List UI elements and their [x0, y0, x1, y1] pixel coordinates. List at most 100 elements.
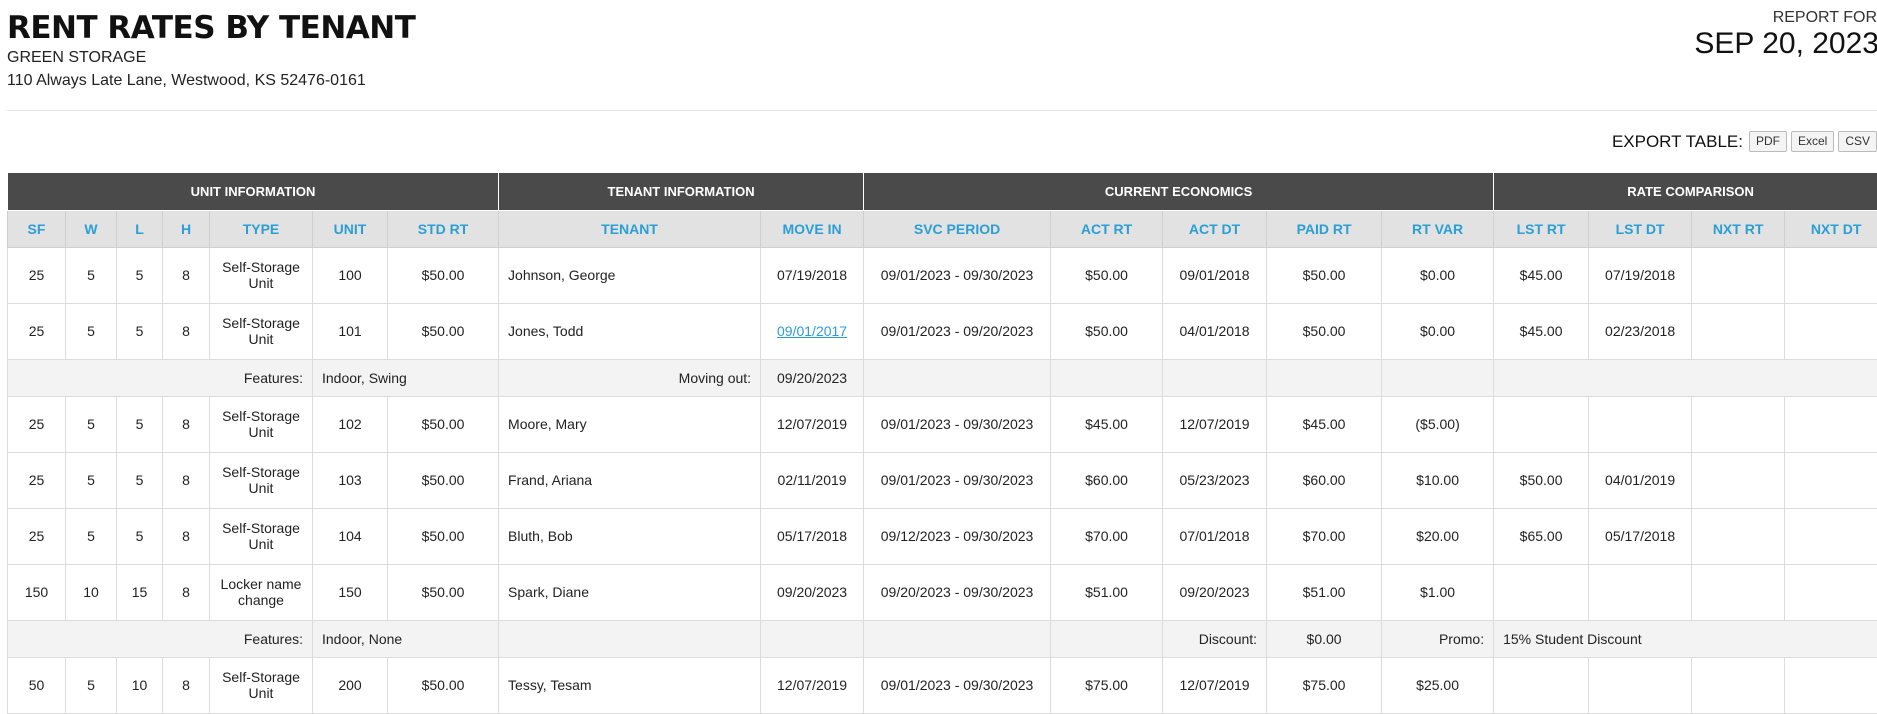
empty-cell: [864, 620, 1051, 657]
discount-label: Discount:: [1163, 620, 1267, 657]
cell-type-link[interactable]: Self-Storage Unit: [210, 396, 313, 452]
cell-type-link[interactable]: Self-Storage Unit: [210, 657, 313, 713]
cell-std-rt: $50.00: [388, 303, 499, 359]
cell-tenant: Johnson, George: [499, 247, 761, 303]
col-nxt-rt[interactable]: NXT RT: [1692, 210, 1785, 247]
cell-nxt-dt: [1785, 508, 1877, 564]
cell-lst-rt: [1494, 564, 1589, 620]
export-toolbar: EXPORT TABLE: PDF Excel CSV: [1612, 131, 1877, 152]
export-pdf-button[interactable]: PDF: [1749, 131, 1787, 152]
cell-h: 8: [163, 247, 210, 303]
table-row: 50 5 10 8 Self-Storage Unit 200 $50.00 T…: [8, 657, 1877, 713]
cell-sf: 150: [8, 564, 66, 620]
company-address: 110 Always Late Lane, Westwood, KS 52476…: [7, 72, 366, 90]
col-w[interactable]: W: [66, 210, 117, 247]
cell-l: 10: [117, 657, 163, 713]
cell-h: 8: [163, 564, 210, 620]
table-row: 25 5 5 8 Self-Storage Unit 104 $50.00 Bl…: [8, 508, 1877, 564]
cell-nxt-rt: [1692, 303, 1785, 359]
col-lst-rt[interactable]: LST RT: [1494, 210, 1589, 247]
cell-l: 5: [117, 396, 163, 452]
cell-svc-period: 09/01/2023 - 09/20/2023: [864, 303, 1051, 359]
col-h[interactable]: H: [163, 210, 210, 247]
features-label: Features:: [8, 620, 313, 657]
cell-act-dt: 05/23/2023: [1163, 452, 1267, 508]
export-csv-button[interactable]: CSV: [1838, 131, 1877, 152]
cell-act-dt: 04/01/2018: [1163, 303, 1267, 359]
cell-h: 8: [163, 396, 210, 452]
cell-w: 5: [66, 303, 117, 359]
group-unit-information: UNIT INFORMATION: [8, 173, 499, 210]
cell-std-rt: $50.00: [388, 396, 499, 452]
cell-nxt-rt: [1692, 657, 1785, 713]
cell-svc-period: 09/12/2023 - 09/30/2023: [864, 508, 1051, 564]
cell-nxt-rt: [1692, 452, 1785, 508]
cell-w: 5: [66, 508, 117, 564]
col-paid-rt[interactable]: PAID RT: [1267, 210, 1382, 247]
promo-label: Promo:: [1382, 620, 1494, 657]
table-row: 25 5 5 8 Self-Storage Unit 102 $50.00 Mo…: [8, 396, 1877, 452]
group-rate-comparison: RATE COMPARISON: [1494, 173, 1877, 210]
cell-sf: 50: [8, 657, 66, 713]
empty-cell: [1382, 359, 1494, 396]
cell-tenant: Jones, Todd: [499, 303, 761, 359]
cell-lst-dt: [1589, 657, 1692, 713]
cell-lst-rt: $45.00: [1494, 247, 1589, 303]
cell-type-link[interactable]: Self-Storage Unit: [210, 508, 313, 564]
empty-cell: [1163, 359, 1267, 396]
cell-lst-rt: $45.00: [1494, 303, 1589, 359]
cell-move-in-link[interactable]: 09/01/2017: [761, 303, 864, 359]
rent-rates-table: UNIT INFORMATION TENANT INFORMATION CURR…: [7, 173, 1877, 714]
cell-paid-rt: $45.00: [1267, 396, 1382, 452]
cell-sf: 25: [8, 508, 66, 564]
col-l[interactable]: L: [117, 210, 163, 247]
col-rt-var[interactable]: RT VAR: [1382, 210, 1494, 247]
cell-type-link[interactable]: Locker name change: [210, 564, 313, 620]
detail-row: Features: Indoor, None Discount: $0.00 P…: [8, 620, 1877, 657]
cell-lst-rt: [1494, 396, 1589, 452]
cell-tenant: Frand, Ariana: [499, 452, 761, 508]
empty-cell: [761, 620, 864, 657]
discount-value: $0.00: [1267, 620, 1382, 657]
cell-h: 8: [163, 452, 210, 508]
cell-act-rt: $50.00: [1051, 303, 1163, 359]
cell-nxt-dt: [1785, 564, 1877, 620]
cell-sf: 25: [8, 452, 66, 508]
cell-move-in: 07/19/2018: [761, 247, 864, 303]
cell-tenant: Moore, Mary: [499, 396, 761, 452]
col-act-dt[interactable]: ACT DT: [1163, 210, 1267, 247]
col-tenant[interactable]: TENANT: [499, 210, 761, 247]
col-unit[interactable]: UNIT: [313, 210, 388, 247]
col-sf[interactable]: SF: [8, 210, 66, 247]
cell-nxt-dt: [1785, 657, 1877, 713]
cell-type-link[interactable]: Self-Storage Unit: [210, 247, 313, 303]
col-std-rt[interactable]: STD RT: [388, 210, 499, 247]
cell-nxt-rt: [1692, 508, 1785, 564]
cell-rt-var: ($5.00): [1382, 396, 1494, 452]
cell-w: 5: [66, 247, 117, 303]
cell-l: 5: [117, 247, 163, 303]
export-excel-button[interactable]: Excel: [1791, 131, 1834, 152]
cell-type-link[interactable]: Self-Storage Unit: [210, 303, 313, 359]
header-divider: [7, 110, 1877, 111]
col-nxt-dt[interactable]: NXT DT: [1785, 210, 1877, 247]
col-move-in[interactable]: MOVE IN: [761, 210, 864, 247]
col-lst-dt[interactable]: LST DT: [1589, 210, 1692, 247]
cell-std-rt: $50.00: [388, 247, 499, 303]
detail-row: Features: Indoor, Swing Moving out: 09/2…: [8, 359, 1877, 396]
cell-act-dt: 07/01/2018: [1163, 508, 1267, 564]
cell-w: 5: [66, 396, 117, 452]
empty-cell: [1051, 620, 1163, 657]
cell-type-link[interactable]: Self-Storage Unit: [210, 452, 313, 508]
col-svc-period[interactable]: SVC PERIOD: [864, 210, 1051, 247]
cell-tenant: Tessy, Tesam: [499, 657, 761, 713]
cell-svc-period: 09/20/2023 - 09/30/2023: [864, 564, 1051, 620]
col-type[interactable]: TYPE: [210, 210, 313, 247]
cell-svc-period: 09/01/2023 - 09/30/2023: [864, 657, 1051, 713]
cell-paid-rt-link[interactable]: $51.00: [1267, 564, 1382, 620]
cell-tenant: Spark, Diane: [499, 564, 761, 620]
col-act-rt[interactable]: ACT RT: [1051, 210, 1163, 247]
features-value: Indoor, None: [313, 620, 499, 657]
move-in-link[interactable]: 09/01/2017: [777, 323, 847, 339]
moving-out-value: 09/20/2023: [761, 359, 864, 396]
